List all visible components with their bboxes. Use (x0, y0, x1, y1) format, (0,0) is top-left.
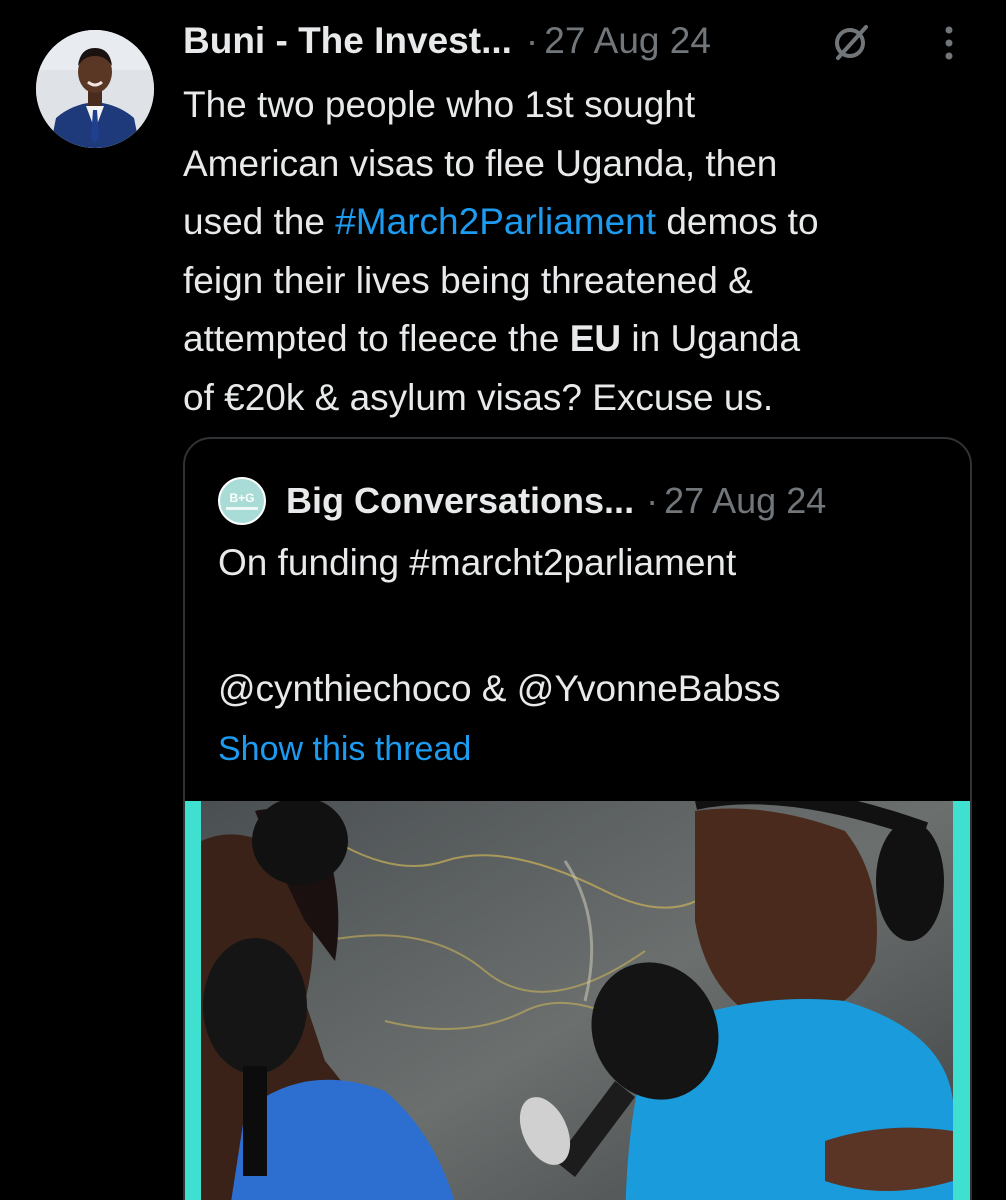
text-fragment: attempted to fleece the (183, 318, 570, 359)
text-fragment: used the (183, 201, 336, 242)
tweet-text-line: used the #March2Parliament demos to (183, 193, 983, 252)
avatar-image (36, 30, 154, 148)
quoted-tweet-media[interactable] (185, 801, 970, 1200)
quoted-tweet-header: B+G Big Conversations... · 27 Aug 24 (218, 477, 826, 525)
hashtag-link[interactable]: #March2Parliament (335, 201, 656, 242)
text-fragment: demos to (656, 201, 819, 242)
tweet-text-line: American visas to flee Uganda, then (183, 142, 778, 184)
tweet-text-line: feign their lives being threatened & (183, 259, 753, 301)
tweet-text-line: of €20k & asylum visas? Excuse us. (183, 376, 774, 418)
avatar-logo-bar (226, 507, 258, 510)
bold-text: EU (569, 318, 622, 359)
tweet[interactable]: Buni - The Invest... · 27 Aug 24 The two… (0, 0, 1006, 1200)
separator-dot: · (525, 20, 539, 61)
quoted-author-avatar[interactable]: B+G (218, 477, 266, 525)
quoted-author-name[interactable]: Big Conversations... (286, 480, 634, 522)
tweet-text-line: The two people who 1st sought (183, 84, 696, 125)
quoted-tweet-mentions[interactable]: @cynthiechoco & @YvonneBabss (218, 668, 781, 710)
quoted-tweet[interactable]: B+G Big Conversations... · 27 Aug 24 On … (183, 437, 972, 1200)
separator-dot: · (646, 480, 659, 521)
author-name[interactable]: Buni - The Invest... (183, 20, 512, 62)
tweet-text: The two people who 1st sought American v… (183, 76, 983, 427)
quoted-tweet-text: On funding #marcht2parliament (218, 542, 737, 583)
tweet-header: Buni - The Invest... · 27 Aug 24 (183, 16, 711, 66)
tweet-text-line: attempted to fleece the EU in Uganda (183, 310, 983, 369)
avatar-logo-text: B+G (229, 491, 255, 505)
show-thread-link[interactable]: Show this thread (218, 730, 471, 769)
more-options-icon[interactable] (936, 22, 962, 64)
media-image (185, 801, 970, 1200)
grok-icon[interactable] (828, 22, 874, 62)
quoted-tweet-timestamp[interactable]: 27 Aug 24 (664, 480, 826, 522)
author-avatar[interactable] (36, 30, 154, 148)
text-fragment: in Uganda (621, 318, 801, 359)
tweet-timestamp[interactable]: 27 Aug 24 (544, 20, 711, 62)
